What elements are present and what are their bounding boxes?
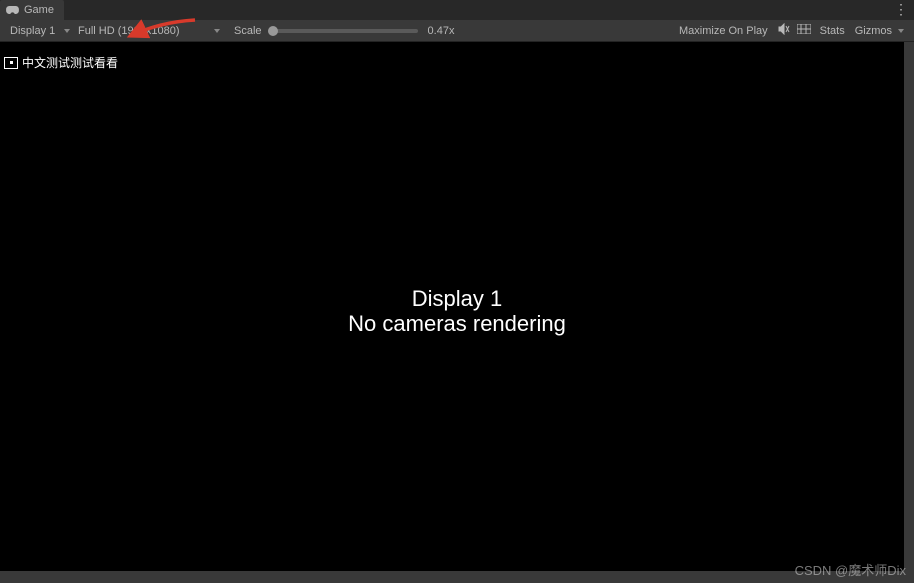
audio-icon xyxy=(778,23,790,38)
watermark-text: CSDN @魔术师Dix xyxy=(795,560,906,579)
ui-text-element: 中文测试测试看看 xyxy=(4,54,118,71)
tab-label: Game xyxy=(24,4,54,16)
chevron-down-icon xyxy=(64,29,70,33)
display-dropdown[interactable]: Display 1 xyxy=(6,22,74,40)
gamepad-icon xyxy=(6,6,19,14)
game-window: Game ⋮ Display 1 Full HD (1920x1080) Sca… xyxy=(0,0,914,583)
scale-slider-handle[interactable] xyxy=(268,26,278,36)
chevron-down-icon xyxy=(898,29,904,33)
aspect-dropdown-label: Full HD (1920x1080) xyxy=(78,25,180,37)
grid-icon xyxy=(797,24,811,37)
center-line-2: No cameras rendering xyxy=(348,311,566,336)
image-component-icon xyxy=(4,57,18,69)
game-toolbar: Display 1 Full HD (1920x1080) Scale 0.47… xyxy=(0,20,914,42)
scrollbar-vertical[interactable] xyxy=(904,42,914,571)
center-line-1: Display 1 xyxy=(348,286,566,311)
overlay-text: 中文测试测试看看 xyxy=(22,54,118,71)
game-viewport: 中文测试测试看看 Display 1 No cameras rendering xyxy=(0,42,914,583)
tab-bar: Game ⋮ xyxy=(0,0,914,20)
tab-game[interactable]: Game xyxy=(0,0,64,20)
scale-label: Scale xyxy=(234,25,262,37)
maximize-on-play-button[interactable]: Maximize On Play xyxy=(673,22,774,40)
scale-value: 0.47x xyxy=(428,25,468,37)
no-camera-message: Display 1 No cameras rendering xyxy=(348,286,566,337)
gizmos-dropdown[interactable]: Gizmos xyxy=(851,22,908,40)
frame-debugger-button[interactable] xyxy=(794,22,814,40)
aspect-dropdown[interactable]: Full HD (1920x1080) xyxy=(74,22,224,40)
chevron-down-icon xyxy=(214,29,220,33)
mute-audio-button[interactable] xyxy=(774,22,794,40)
stats-button[interactable]: Stats xyxy=(814,22,851,40)
scale-slider[interactable] xyxy=(268,29,418,33)
scrollbar-horizontal[interactable] xyxy=(0,571,914,583)
tab-menu-icon[interactable]: ⋮ xyxy=(894,2,908,16)
display-dropdown-label: Display 1 xyxy=(10,25,55,37)
